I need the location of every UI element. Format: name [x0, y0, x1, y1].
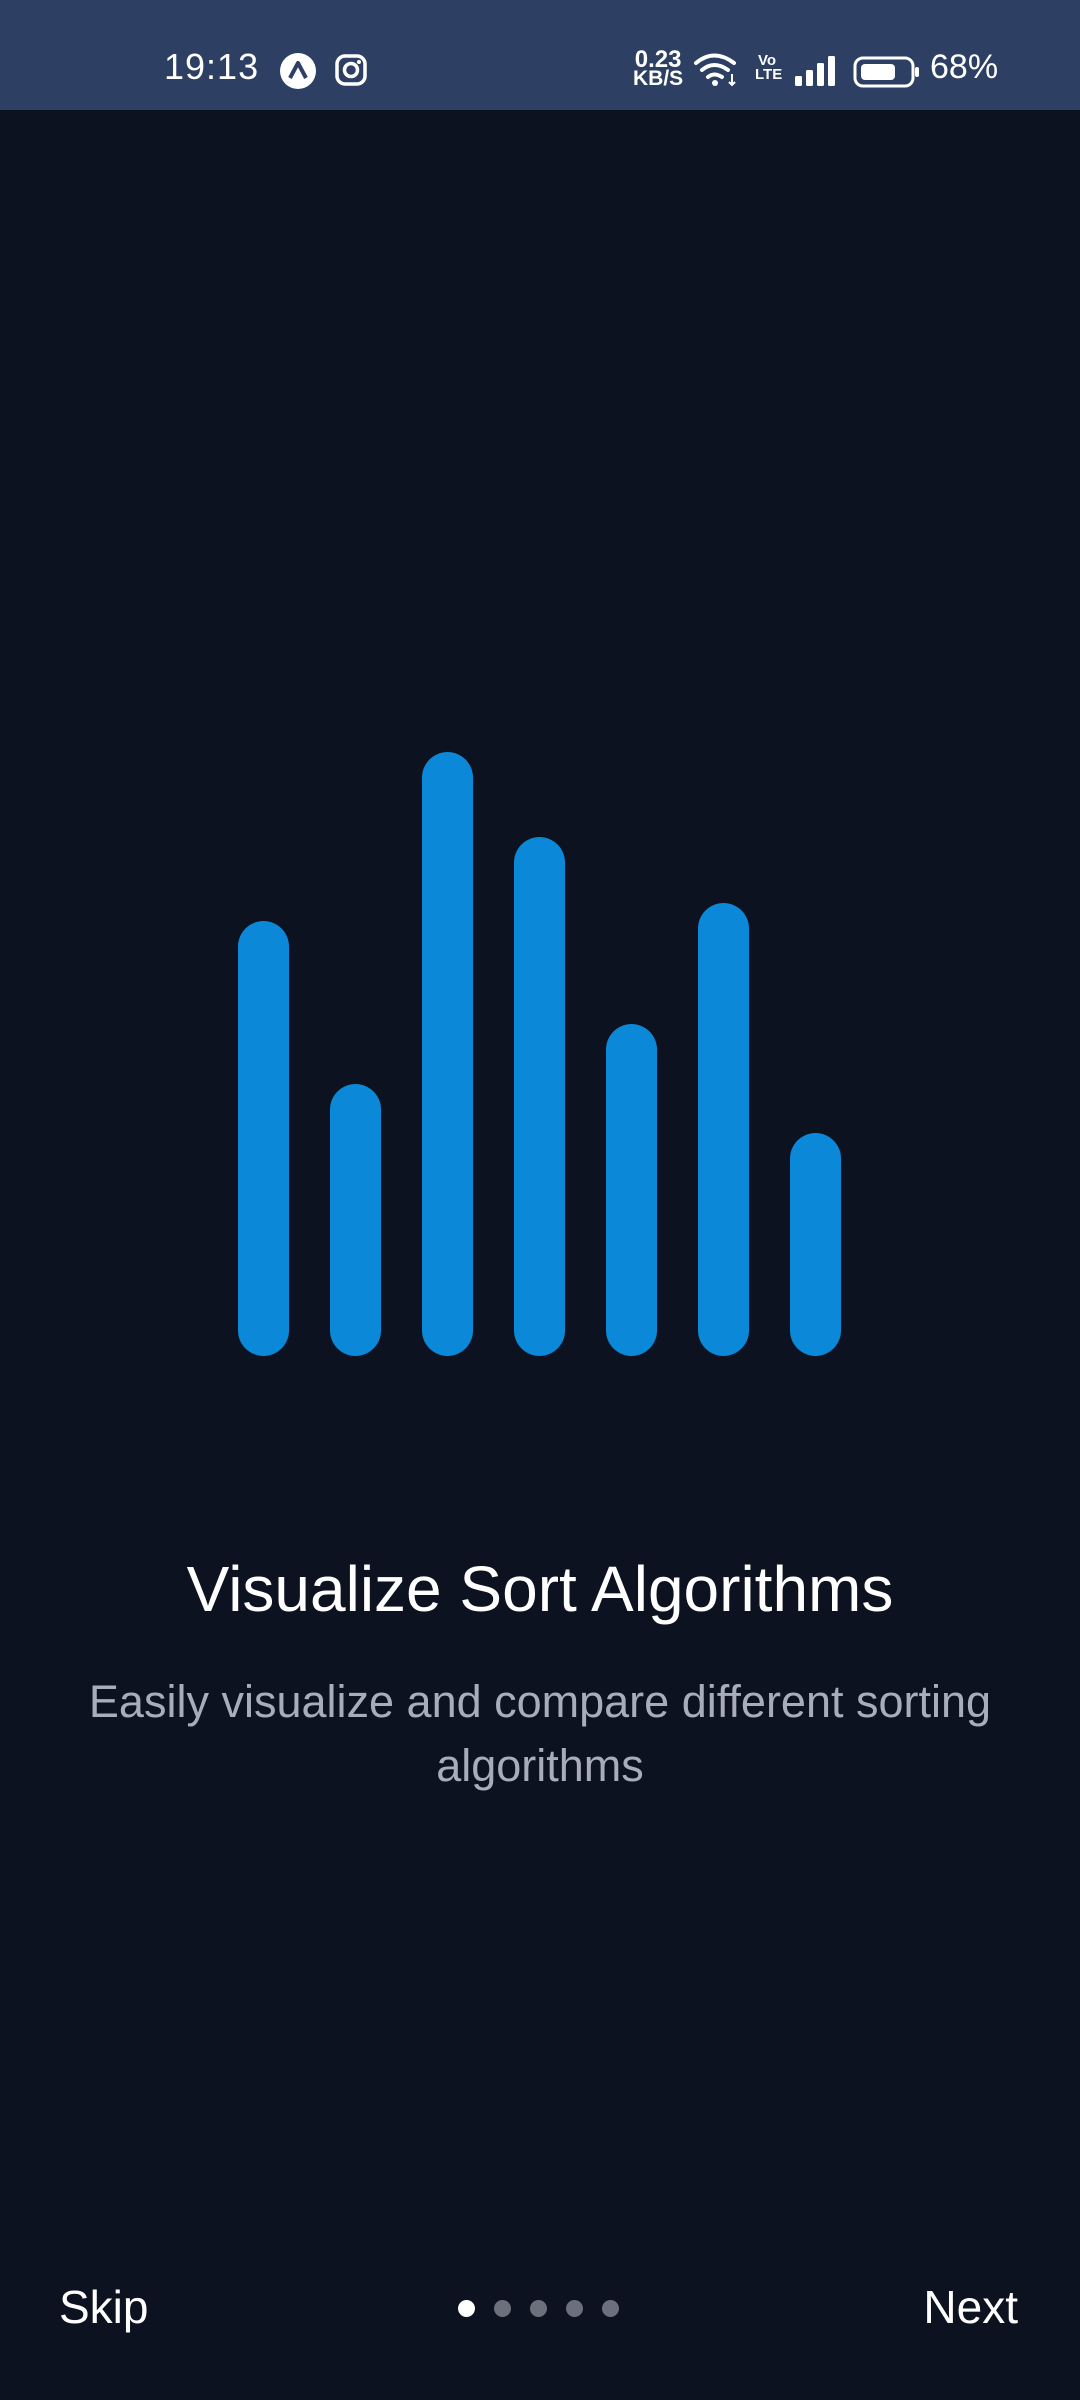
battery-icon — [853, 56, 921, 93]
network-speed-unit: KB/S — [633, 67, 684, 90]
status-time: 19:13 — [164, 46, 260, 87]
onboarding-subtitle: Easily visualize and compare different s… — [88, 1676, 992, 1791]
network-speed: 0.23 KB/S — [633, 48, 684, 90]
sort-bar — [698, 903, 749, 1356]
page-dot[interactable] — [602, 2300, 619, 2317]
sort-bars-icon — [238, 752, 842, 1356]
wifi-icon — [694, 52, 738, 93]
sort-bar — [790, 1133, 841, 1356]
sort-bar — [422, 752, 473, 1356]
sort-bar — [606, 1024, 657, 1356]
volte-icon: Vo LTE — [755, 52, 783, 83]
signal-icon — [793, 54, 837, 93]
onboarding-title: Visualize Sort Algorithms — [186, 1553, 894, 1625]
next-button[interactable]: Next — [923, 2280, 1018, 2334]
sort-bar — [514, 837, 565, 1356]
page-dot[interactable] — [530, 2300, 547, 2317]
skip-button[interactable]: Skip — [59, 2280, 148, 2334]
instagram-icon — [334, 53, 368, 92]
page-dot[interactable] — [494, 2300, 511, 2317]
expo-app-icon — [279, 52, 317, 95]
battery-percent: 68% — [930, 48, 999, 86]
sort-bar — [238, 921, 289, 1356]
sort-bar — [330, 1084, 381, 1356]
page-dot[interactable] — [566, 2300, 583, 2317]
status-bar: 19:13 0.23 KB/S Vo LTE 68% — [0, 0, 1080, 110]
page-dot[interactable] — [458, 2300, 475, 2317]
